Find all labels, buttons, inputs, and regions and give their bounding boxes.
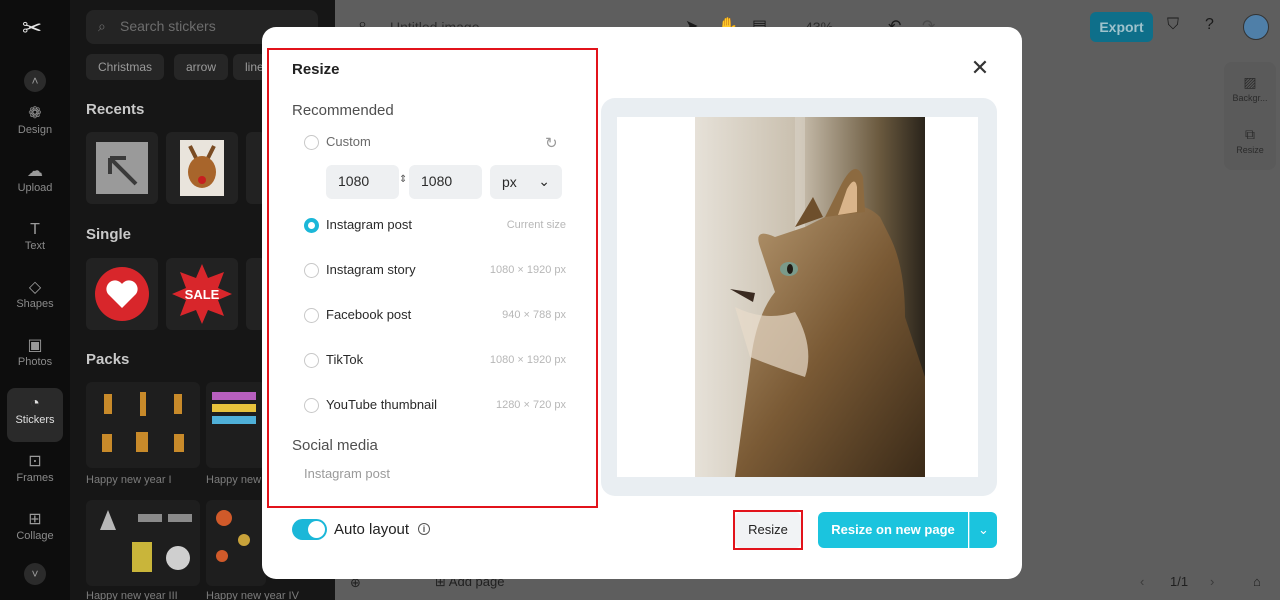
- help-icon[interactable]: ?: [1205, 16, 1214, 34]
- pack-happy-new-year-4[interactable]: [206, 500, 266, 586]
- option-instagram-story[interactable]: Instagram story 1080 × 1920 px: [304, 261, 566, 281]
- pack-happy-new-year-1[interactable]: [86, 382, 200, 468]
- rail-item-frames[interactable]: ⊡ Frames: [7, 446, 63, 500]
- highlight-resize-button: [733, 510, 803, 550]
- cat-photo-image: [695, 117, 925, 477]
- social-media-heading: Social media: [292, 437, 378, 454]
- radio-facebook-post[interactable]: [304, 308, 319, 323]
- info-icon[interactable]: i: [418, 523, 430, 535]
- width-input[interactable]: 1080: [326, 165, 399, 199]
- pack-caption-4: Happy new year IV: [206, 590, 299, 600]
- recent-sticker-arrow[interactable]: [86, 132, 158, 204]
- capcut-logo-icon[interactable]: ✂: [22, 14, 42, 43]
- pack-caption-2: Happy new: [206, 474, 262, 486]
- heart-sticker-icon: [95, 267, 149, 321]
- pack-happy-new-year-3[interactable]: [86, 500, 200, 586]
- rail-scroll-up-icon[interactable]: ˄: [24, 70, 46, 92]
- background-tool[interactable]: ▨ Backgr...: [1224, 74, 1276, 103]
- cat-photo: [695, 117, 925, 477]
- pack-preview-party: [100, 510, 192, 572]
- reindeer-sticker-icon: [180, 140, 224, 196]
- arrow-sticker-icon: [96, 142, 148, 194]
- text-icon: T: [30, 221, 40, 238]
- pack-caption-3: Happy new year III: [86, 590, 178, 600]
- radio-instagram-post[interactable]: [304, 218, 319, 233]
- photos-icon: ▣: [27, 337, 43, 354]
- pages-icon[interactable]: ⌂: [1253, 574, 1261, 589]
- rail-item-collage[interactable]: ⊞ Collage: [7, 504, 63, 558]
- pack-preview-text-stickers: [212, 392, 256, 424]
- rail-scroll-down-icon[interactable]: ˅: [24, 563, 46, 585]
- pack-preview-fireworks: [216, 510, 250, 562]
- option-instagram-post[interactable]: Instagram post Current size: [304, 216, 566, 236]
- sale-burst-icon: SALE: [172, 264, 232, 324]
- shield-icon[interactable]: ⛉: [1167, 16, 1179, 34]
- recent-sticker-reindeer[interactable]: [166, 132, 238, 204]
- social-media-instagram-post[interactable]: Instagram post: [304, 466, 390, 481]
- dialog-title: Resize: [292, 61, 340, 78]
- resize-icon: ⧉: [1245, 126, 1255, 142]
- frames-icon: ⊡: [28, 453, 42, 470]
- resize-on-new-page-button[interactable]: Resize on new page: [818, 512, 968, 548]
- single-sticker-sale[interactable]: SALE: [166, 258, 238, 330]
- rail-item-design[interactable]: ❁ Design: [7, 98, 63, 152]
- rail-item-stickers[interactable]: ◔ Stickers: [7, 388, 63, 442]
- resize-tool[interactable]: ⧉ Resize: [1224, 126, 1276, 155]
- close-icon[interactable]: ✕: [968, 57, 992, 81]
- page-indicator: 1/1: [1170, 574, 1189, 589]
- pack-preview-icons: [102, 392, 184, 452]
- chevron-down-icon: ⌄: [538, 173, 550, 189]
- stickers-icon: ◔: [30, 395, 40, 412]
- pack-caption-1: Happy new year I: [86, 474, 172, 486]
- packs-heading: Packs: [86, 351, 130, 368]
- option-tiktok[interactable]: TikTok 1080 × 1920 px: [304, 351, 566, 371]
- upload-icon: ☁: [27, 163, 43, 180]
- radio-tiktok[interactable]: [304, 353, 319, 368]
- sale-text: SALE: [185, 287, 220, 302]
- height-input[interactable]: 1080: [409, 165, 482, 199]
- option-youtube-thumbnail[interactable]: YouTube thumbnail 1280 × 720 px: [304, 396, 566, 416]
- pack-happy-new-2[interactable]: [206, 382, 266, 468]
- rail-item-photos[interactable]: ▣ Photos: [7, 330, 63, 384]
- lock-ratio-icon[interactable]: ⇕: [399, 174, 407, 185]
- left-rail: ✂ ˄ ❁ Design ☁ Upload T Text ◇ Shapes ▣ …: [0, 0, 70, 600]
- rail-item-text[interactable]: T Text: [7, 214, 63, 268]
- single-sticker-heart[interactable]: [86, 258, 158, 330]
- recommended-heading: Recommended: [292, 102, 394, 119]
- resize-options-dropdown[interactable]: ⌄: [969, 512, 997, 548]
- collage-icon: ⊞: [28, 511, 42, 528]
- radio-custom[interactable]: [304, 135, 319, 150]
- radio-youtube-thumbnail[interactable]: [304, 398, 319, 413]
- recents-heading: Recents: [86, 101, 145, 118]
- toggle-knob: [308, 521, 325, 538]
- search-icon: ⌕: [98, 18, 106, 34]
- chip-christmas[interactable]: Christmas: [86, 54, 165, 80]
- avatar[interactable]: [1243, 14, 1269, 40]
- right-side-tools: ▨ Backgr... ⧉ Resize: [1224, 62, 1276, 170]
- unit-select[interactable]: px ⌄: [490, 165, 562, 199]
- chevron-down-icon: ⌄: [978, 522, 989, 537]
- rail-item-shapes[interactable]: ◇ Shapes: [7, 272, 63, 326]
- chip-arrow[interactable]: arrow: [174, 54, 229, 80]
- background-icon: ▨: [1243, 74, 1257, 90]
- next-page-icon[interactable]: ›: [1210, 574, 1214, 589]
- design-icon: ❁: [28, 105, 42, 122]
- auto-layout-toggle[interactable]: [292, 519, 327, 540]
- auto-layout-label: Auto layout: [334, 521, 410, 538]
- rail-item-upload[interactable]: ☁ Upload: [7, 156, 63, 210]
- option-facebook-post[interactable]: Facebook post 940 × 788 px: [304, 306, 566, 326]
- option-custom[interactable]: Custom: [304, 133, 566, 153]
- radio-instagram-story[interactable]: [304, 263, 319, 278]
- export-button[interactable]: Export: [1090, 12, 1153, 42]
- shapes-icon: ◇: [28, 279, 42, 296]
- reset-icon[interactable]: ↻: [545, 134, 558, 152]
- prev-page-icon[interactable]: ‹: [1140, 574, 1144, 589]
- single-heading: Single: [86, 226, 132, 243]
